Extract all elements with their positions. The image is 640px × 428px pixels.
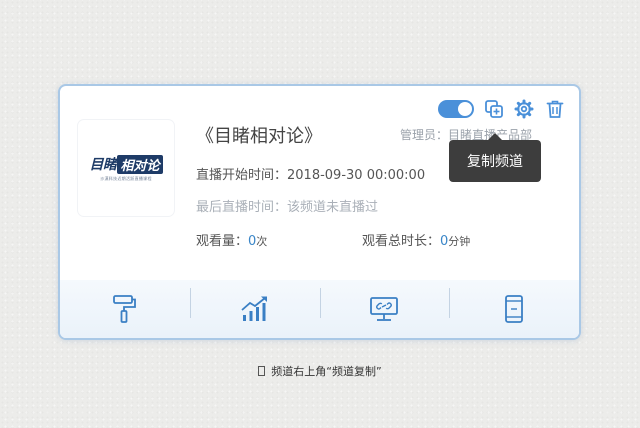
statistics-button[interactable] xyxy=(189,280,320,338)
watch-time-row: 观看总时长：0分钟 xyxy=(362,230,470,249)
settings-button[interactable] xyxy=(513,98,535,120)
mobile-view-button[interactable] xyxy=(449,280,579,338)
views-label: 观看量： xyxy=(196,234,249,249)
start-time-label: 直播开始时间： xyxy=(196,168,288,183)
bar-divider xyxy=(189,288,191,318)
trash-icon xyxy=(546,100,564,118)
copy-icon xyxy=(485,100,503,118)
mobile-icon xyxy=(505,295,524,323)
logo-text-b: 相对论 xyxy=(117,154,163,174)
logo-subtitle: 沙漠科技近期活跃直播课程 xyxy=(100,176,152,181)
delete-button[interactable] xyxy=(544,98,566,120)
toggle-knob xyxy=(458,102,472,116)
figure-caption: 频道右上角“频道复制” xyxy=(0,363,640,379)
decorate-button[interactable] xyxy=(60,280,190,338)
views-row: 观看量：0次 xyxy=(196,230,267,249)
caption-text: 频道右上角“频道复制” xyxy=(271,365,382,378)
channel-toggle[interactable] xyxy=(438,100,474,118)
logo-text-a: 目睹 xyxy=(89,157,117,173)
start-time-row: 直播开始时间：2018-09-30 00:00:00 xyxy=(196,164,425,183)
monitor-icon xyxy=(370,297,399,321)
bar-divider xyxy=(449,288,451,318)
pc-view-button[interactable] xyxy=(319,280,450,338)
caption-bullet-icon xyxy=(258,366,266,376)
copy-channel-button[interactable] xyxy=(483,98,505,120)
start-time-value: 2018-09-30 00:00:00 xyxy=(287,168,426,183)
copy-channel-tooltip: 复制频道 xyxy=(449,133,541,182)
bar-divider xyxy=(319,288,321,318)
watch-time-label: 观看总时长： xyxy=(362,234,441,249)
paint-roller-icon xyxy=(112,295,136,323)
channel-actions-bar xyxy=(60,280,579,338)
channel-title[interactable]: 《目睹相对论》 xyxy=(196,122,322,148)
channel-card: 目睹 相对论 沙漠科技近期活跃直播课程 《目睹相对论》 管理员：目睹直播产品部 … xyxy=(58,84,581,340)
watch-time-unit: 分钟 xyxy=(448,235,471,248)
views-unit: 次 xyxy=(256,235,268,248)
last-live-row: 最后直播时间：该频道未直播过 xyxy=(196,200,379,215)
channel-logo: 目睹 相对论 沙漠科技近期活跃直播课程 xyxy=(78,120,174,216)
gear-icon xyxy=(514,99,534,119)
growth-chart-icon xyxy=(241,296,267,321)
